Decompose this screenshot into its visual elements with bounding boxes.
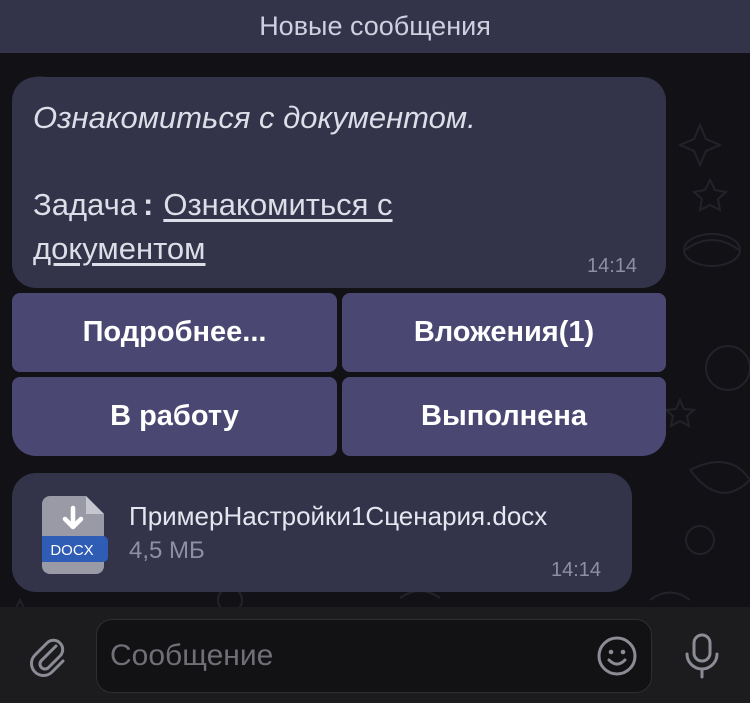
task-label: Задача bbox=[33, 187, 138, 222]
microphone-icon[interactable] bbox=[682, 632, 722, 680]
task-link-continuation[interactable]: документом bbox=[33, 231, 205, 267]
message-input[interactable] bbox=[96, 619, 652, 693]
message-composer bbox=[0, 607, 750, 703]
attachments-button[interactable]: Вложения(1) bbox=[342, 293, 666, 372]
details-button[interactable]: Подробнее... bbox=[12, 293, 337, 372]
task-message-bubble: Ознакомиться с документом. Задача: Ознако… bbox=[12, 77, 666, 288]
file-message-bubble[interactable]: DOCX ПримерНастройки1Сценария.docx 4,5 М… bbox=[12, 473, 632, 592]
task-colon: : bbox=[143, 187, 154, 222]
take-to-work-button[interactable]: В работу bbox=[12, 377, 337, 456]
emoji-icon[interactable] bbox=[596, 635, 638, 677]
file-time: 14:14 bbox=[551, 559, 602, 581]
new-messages-banner: Новые сообщения bbox=[0, 0, 750, 53]
message-time: 14:14 bbox=[587, 255, 638, 277]
message-title: Ознакомиться с документом. bbox=[33, 100, 476, 135]
task-line: Задача: Ознакомиться с bbox=[33, 187, 393, 223]
docx-badge-label: DOCX bbox=[50, 542, 93, 559]
document-file-icon[interactable]: DOCX bbox=[42, 496, 112, 574]
task-link[interactable]: Ознакомиться с bbox=[163, 187, 392, 222]
paperclip-icon[interactable] bbox=[26, 634, 70, 678]
file-size: 4,5 МБ bbox=[129, 537, 205, 564]
completed-button[interactable]: Выполнена bbox=[342, 377, 666, 456]
file-name: ПримерНастройки1Сценария.docx bbox=[129, 501, 548, 531]
